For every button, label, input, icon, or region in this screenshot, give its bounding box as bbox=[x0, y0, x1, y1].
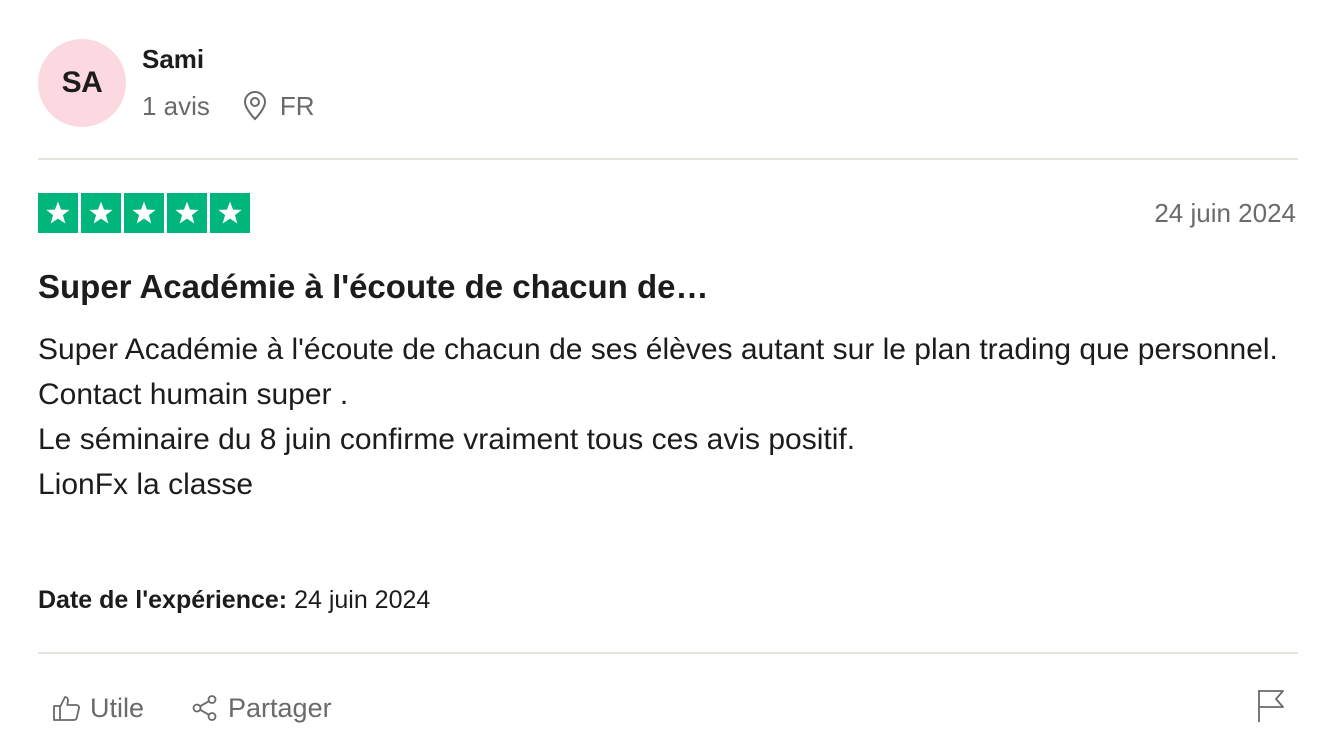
star-rating bbox=[38, 193, 250, 233]
share-label: Partager bbox=[228, 692, 332, 723]
useful-label: Utile bbox=[90, 692, 145, 723]
flag-icon[interactable] bbox=[1256, 688, 1286, 724]
experience-date-value: 24 juin 2024 bbox=[294, 586, 431, 614]
reviewer-country: FR bbox=[279, 90, 315, 121]
review-card: SA Sami 1 avis FR 24 juin 2024 Super Aca… bbox=[38, 0, 1298, 748]
experience-date-label: Date de l'expérience: bbox=[38, 586, 288, 614]
useful-button[interactable]: Utile bbox=[52, 693, 144, 724]
review-count: 1 avis bbox=[142, 90, 210, 121]
star-icon bbox=[81, 193, 121, 233]
review-body-line: LionFx la classe bbox=[38, 468, 254, 501]
star-icon bbox=[38, 193, 78, 233]
review-date: 24 juin 2024 bbox=[1154, 198, 1296, 228]
avatar[interactable]: SA bbox=[38, 39, 126, 127]
review-body: Super Académie à l'écoute de chacun de s… bbox=[38, 327, 1278, 507]
star-icon bbox=[124, 193, 164, 233]
review-title[interactable]: Super Académie à l'écoute de chacun de… bbox=[38, 268, 709, 306]
share-icon bbox=[190, 693, 220, 723]
reviewer-name[interactable]: Sami bbox=[142, 44, 204, 75]
reviewer-meta: 1 avis FR bbox=[142, 88, 315, 124]
share-button[interactable]: Partager bbox=[190, 693, 332, 724]
divider bbox=[38, 652, 1298, 654]
divider bbox=[38, 158, 1298, 160]
review-body-line: Super Académie à l'écoute de chacun de s… bbox=[38, 333, 1278, 366]
star-icon bbox=[210, 193, 250, 233]
location-pin-icon bbox=[242, 91, 268, 121]
star-icon bbox=[167, 193, 207, 233]
thumbs-up-icon bbox=[52, 693, 82, 723]
experience-date: Date de l'expérience: 24 juin 2024 bbox=[38, 586, 430, 615]
review-body-line: Le séminaire du 8 juin confirme vraiment… bbox=[38, 423, 856, 456]
review-actions: Utile Partager bbox=[52, 688, 332, 728]
review-body-line: Contact humain super . bbox=[38, 378, 349, 411]
